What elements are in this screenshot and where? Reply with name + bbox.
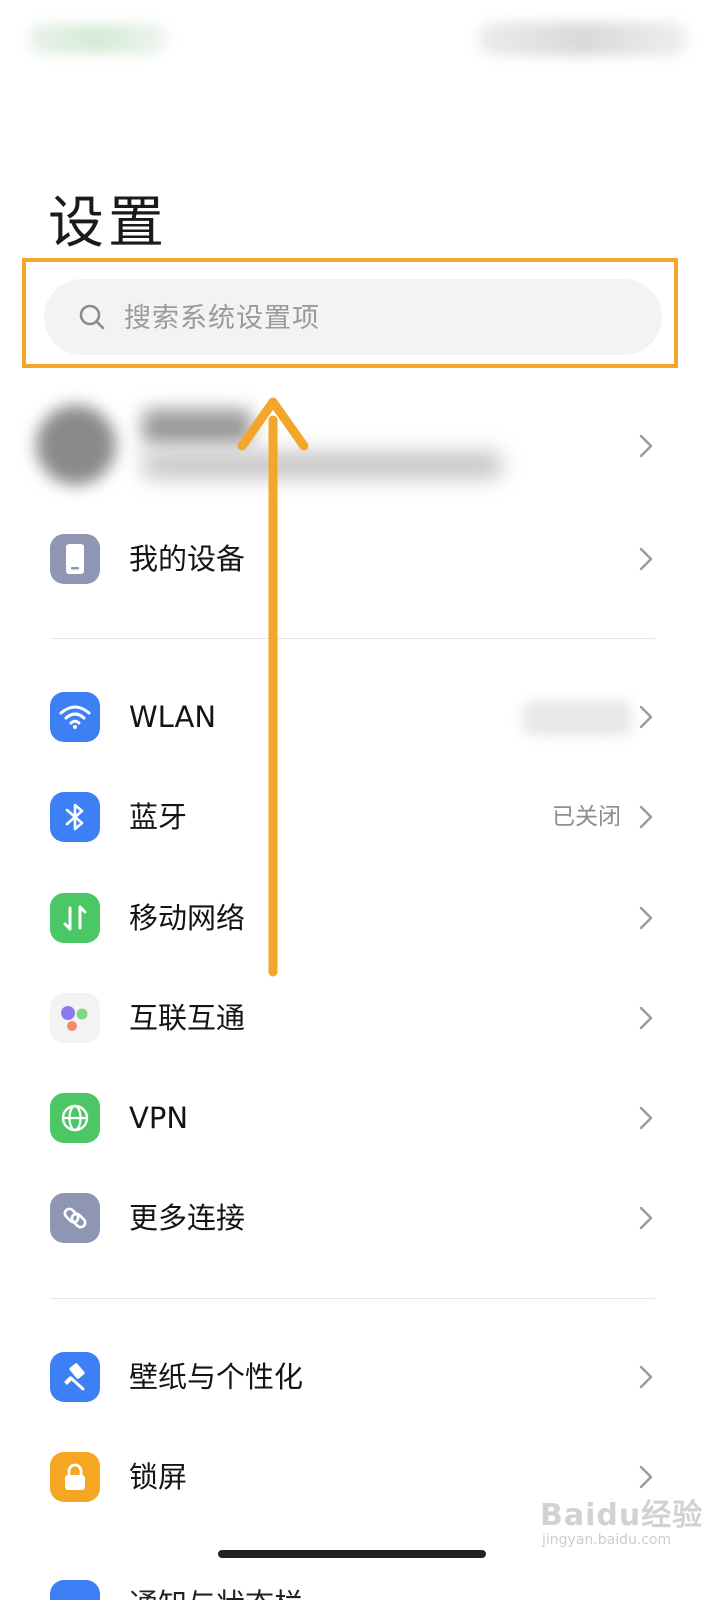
settings-item-bluetooth[interactable]: 蓝牙 已关闭 bbox=[0, 772, 719, 862]
settings-item-label: 通知与状态栏 bbox=[129, 1584, 303, 1600]
settings-item-label: 壁纸与个性化 bbox=[129, 1360, 304, 1394]
watermark-url: jingyan.baidu.com bbox=[542, 1532, 672, 1548]
baidu-watermark: Baidu经验 jingyan.baidu.com bbox=[536, 1490, 711, 1552]
bluetooth-icon bbox=[50, 792, 100, 842]
search-highlight-box bbox=[22, 258, 678, 368]
settings-item-label: 更多连接 bbox=[129, 1201, 246, 1235]
watermark-logo: Baidu经验 bbox=[540, 1498, 704, 1533]
settings-item-wlan[interactable]: WLAN bbox=[0, 672, 719, 762]
settings-item-wallpaper[interactable]: 壁纸与个性化 bbox=[0, 1332, 719, 1422]
wlan-network-name-blurred bbox=[522, 700, 632, 736]
home-indicator[interactable] bbox=[218, 1550, 486, 1558]
settings-item-more-connections[interactable]: 更多连接 bbox=[0, 1173, 719, 1263]
settings-item-label: VPN bbox=[129, 1101, 189, 1135]
lock-icon bbox=[50, 1452, 100, 1502]
chevron-right-icon bbox=[639, 547, 653, 571]
chevron-right-icon bbox=[639, 1206, 653, 1230]
settings-item-mobile-network[interactable]: 移动网络 bbox=[0, 873, 719, 963]
chevron-right-icon bbox=[639, 805, 653, 829]
account-row[interactable] bbox=[30, 395, 690, 505]
chevron-right-icon bbox=[639, 1006, 653, 1030]
settings-item-label: 蓝牙 bbox=[129, 800, 188, 834]
mobile-data-icon bbox=[50, 893, 100, 943]
settings-item-vpn[interactable]: VPN bbox=[0, 1073, 719, 1163]
notification-icon bbox=[50, 1580, 100, 1600]
chevron-right-icon bbox=[639, 1465, 653, 1489]
phone-icon bbox=[50, 534, 100, 584]
chevron-right-icon bbox=[639, 1106, 653, 1130]
wifi-icon bbox=[50, 692, 100, 742]
chevron-right-icon bbox=[639, 705, 653, 729]
link-icon bbox=[50, 1193, 100, 1243]
account-subtitle-blurred bbox=[142, 451, 502, 479]
settings-item-my-device[interactable]: 我的设备 bbox=[0, 514, 719, 604]
settings-item-label: 锁屏 bbox=[129, 1460, 188, 1494]
page-title: 设置 bbox=[48, 191, 168, 256]
account-name-blurred bbox=[142, 409, 252, 445]
status-bar-right-blurred bbox=[478, 22, 688, 56]
chevron-right-icon bbox=[639, 906, 653, 930]
chevron-right-icon bbox=[639, 1365, 653, 1389]
settings-item-notifications-partial[interactable]: 通知与状态栏 bbox=[0, 1570, 719, 1600]
settings-item-label: 我的设备 bbox=[129, 542, 246, 576]
settings-item-label: 互联互通 bbox=[129, 1001, 246, 1035]
globe-icon bbox=[50, 1093, 100, 1143]
brush-icon bbox=[50, 1352, 100, 1402]
settings-item-label: 移动网络 bbox=[129, 901, 246, 935]
divider bbox=[50, 638, 655, 639]
divider bbox=[50, 1298, 655, 1299]
settings-item-label: WLAN bbox=[129, 700, 217, 734]
chevron-right-icon bbox=[639, 434, 653, 458]
status-bar bbox=[0, 0, 719, 80]
bluetooth-status: 已关闭 bbox=[552, 804, 621, 830]
settings-item-interconnect[interactable]: 互联互通 bbox=[0, 973, 719, 1063]
interconnect-icon bbox=[50, 993, 100, 1043]
avatar bbox=[36, 405, 116, 485]
status-bar-left-blurred bbox=[28, 24, 168, 54]
